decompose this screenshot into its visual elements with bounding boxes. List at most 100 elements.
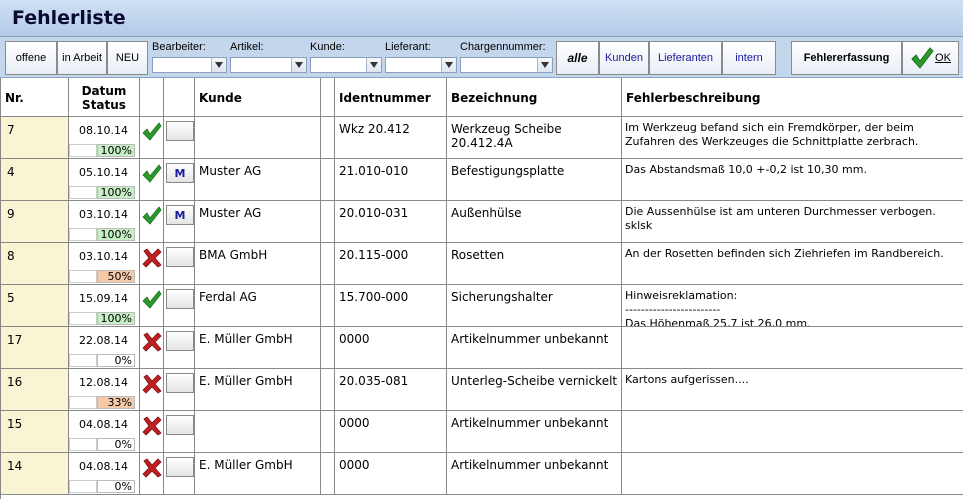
empty-button[interactable] [166, 289, 194, 309]
cell-fehlerbeschreibung: An der Rosetten befinden sich Ziehriefen… [622, 243, 963, 284]
table-row[interactable]: 5 15.09.14 100% Ferdal AG 15.700-000 Sicherun… [1, 285, 963, 327]
cell-identnummer: 21.010-010 [335, 159, 447, 200]
cell-kunde [195, 117, 321, 158]
cell-spacer [321, 243, 335, 284]
col-identnummer[interactable]: Identnummer [335, 78, 447, 117]
progress-track-left [69, 396, 97, 409]
m-button[interactable]: M [166, 163, 194, 183]
cell-m [164, 327, 195, 368]
progress-track-left [69, 228, 97, 241]
cell-m [164, 243, 195, 284]
cell-spacer [321, 411, 335, 452]
chevron-down-icon[interactable] [291, 58, 306, 72]
cell-identnummer: 0000 [335, 411, 447, 452]
cell-bezeichnung: Artikelnummer unbekannt [447, 411, 622, 452]
progress-box: 100% [97, 228, 135, 241]
col-nr[interactable]: Nr. [1, 78, 69, 117]
artikel-select[interactable] [230, 57, 307, 73]
cross-icon [142, 374, 162, 394]
chevron-down-icon[interactable] [366, 58, 381, 72]
progress-box: 50% [97, 270, 135, 283]
cell-kunde: E. Müller GmbH [195, 327, 321, 368]
progress-track-left [69, 354, 97, 367]
kunden-button[interactable]: Kunden [599, 41, 649, 75]
cell-date: 03.10.14 [79, 208, 128, 221]
table-row[interactable]: 15 04.08.14 0% 0000 Artikelnummer unbekannt [1, 411, 963, 453]
cell-bezeichnung: Außenhülse [447, 201, 622, 242]
neu-button[interactable]: NEU [107, 41, 148, 75]
lieferanten-button[interactable]: Lieferanten [649, 41, 722, 75]
m-button[interactable]: M [166, 205, 194, 225]
cell-nr: 5 [1, 285, 69, 326]
cell-datum-status: 12.08.14 33% [69, 369, 140, 410]
lieferant-select[interactable] [385, 57, 457, 73]
progress-track-left [69, 186, 97, 199]
cell-bezeichnung: Befestigungsplatte [447, 159, 622, 200]
progress-track-left [69, 312, 97, 325]
empty-button[interactable] [166, 121, 194, 141]
alle-button[interactable]: alle [556, 41, 599, 75]
cell-spacer [321, 453, 335, 494]
col-fehlerbeschreibung[interactable]: Fehlerbeschreibung [622, 78, 963, 117]
progress-percent: 100% [100, 186, 132, 199]
table-row[interactable]: 16 12.08.14 33% E. Müller GmbH 20.035-081 Unt… [1, 369, 963, 411]
cell-nr: 16 [1, 369, 69, 410]
table-row[interactable]: 8 03.10.14 50% BMA GmbH 20.115-000 Rosetten An… [1, 243, 963, 285]
chargennummer-select[interactable] [460, 57, 553, 73]
empty-button[interactable] [166, 415, 194, 435]
progress-percent: 100% [100, 144, 132, 157]
table-row[interactable]: 7 08.10.14 100% Wkz 20.412 Werkzeug Scheibe … [1, 117, 963, 159]
cell-bezeichnung: Unterleg-Scheibe vernickelt [447, 369, 622, 410]
intern-button[interactable]: intern [722, 41, 776, 75]
checkmark-icon [911, 47, 934, 69]
cell-date: 04.08.14 [79, 460, 128, 473]
progress-track-left [69, 270, 97, 283]
cell-fehlerbeschreibung: Die Aussenhülse ist am unteren Durchmess… [622, 201, 963, 242]
cell-spacer [321, 159, 335, 200]
progress-percent: 0% [114, 438, 132, 451]
col-bezeichnung[interactable]: Bezeichnung [447, 78, 622, 117]
col-datum-status[interactable]: Datum Status [69, 78, 140, 117]
progress-track-left [69, 144, 97, 157]
cell-nr: 7 [1, 117, 69, 158]
chevron-down-icon[interactable] [441, 58, 456, 72]
empty-button[interactable] [166, 331, 194, 351]
check-icon [142, 164, 162, 183]
chevron-down-icon[interactable] [537, 58, 552, 72]
cell-nr: 14 [1, 453, 69, 494]
check-icon [142, 206, 162, 225]
check-icon [142, 290, 162, 309]
lieferant-label: Lieferant: [385, 41, 431, 53]
cell-identnummer: 0000 [335, 327, 447, 368]
table-row[interactable]: 14 04.08.14 0% E. Müller GmbH 0000 Artikelnum… [1, 453, 963, 495]
empty-button[interactable] [166, 457, 194, 477]
cell-m [164, 453, 195, 494]
empty-button[interactable] [166, 373, 194, 393]
cell-datum-status: 08.10.14 100% [69, 117, 140, 158]
cell-nr: 9 [1, 201, 69, 242]
progress-track-left [69, 480, 97, 493]
cell-bezeichnung: Artikelnummer unbekannt [447, 453, 622, 494]
progress-percent: 50% [107, 270, 132, 283]
table-row[interactable]: 17 22.08.14 0% E. Müller GmbH 0000 Artikelnum… [1, 327, 963, 369]
table-row[interactable]: 9 03.10.14 100% M Muster AG 20.010-031 Außenhü… [1, 201, 963, 243]
ok-button[interactable]: OK [902, 41, 959, 75]
cell-date: 05.10.14 [79, 166, 128, 179]
fehlererfassung-button[interactable]: Fehlererfassung [791, 41, 902, 75]
col-spacer [321, 78, 335, 117]
kunde-select[interactable] [310, 57, 382, 73]
progress-box: 100% [97, 312, 135, 325]
cell-nr: 8 [1, 243, 69, 284]
cross-icon [142, 458, 162, 478]
bearbeiter-select[interactable] [152, 57, 227, 73]
col-m [164, 78, 195, 117]
cell-date: 03.10.14 [79, 250, 128, 263]
in-arbeit-button[interactable]: in Arbeit [57, 41, 107, 75]
offene-button[interactable]: offene [5, 41, 57, 75]
empty-button[interactable] [166, 247, 194, 267]
cell-spacer [321, 285, 335, 326]
col-kunde[interactable]: Kunde [195, 78, 321, 117]
bearbeiter-label: Bearbeiter: [152, 41, 206, 53]
chevron-down-icon[interactable] [211, 58, 226, 72]
table-row[interactable]: 4 05.10.14 100% M Muster AG 21.010-010 Befesti… [1, 159, 963, 201]
